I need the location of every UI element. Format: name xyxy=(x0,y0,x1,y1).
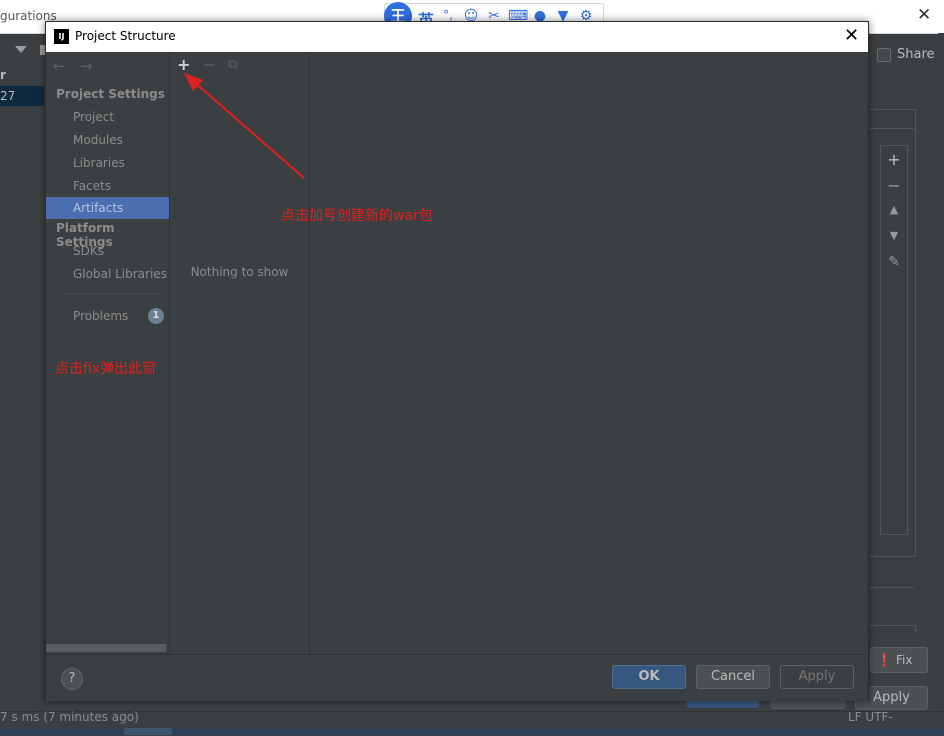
annotation-arrow xyxy=(184,73,305,179)
plus-hint-annotation: 点击加号创建新的war包 xyxy=(281,208,433,224)
fix-hint-annotation: 点击fix弹出此窗 xyxy=(55,361,157,377)
